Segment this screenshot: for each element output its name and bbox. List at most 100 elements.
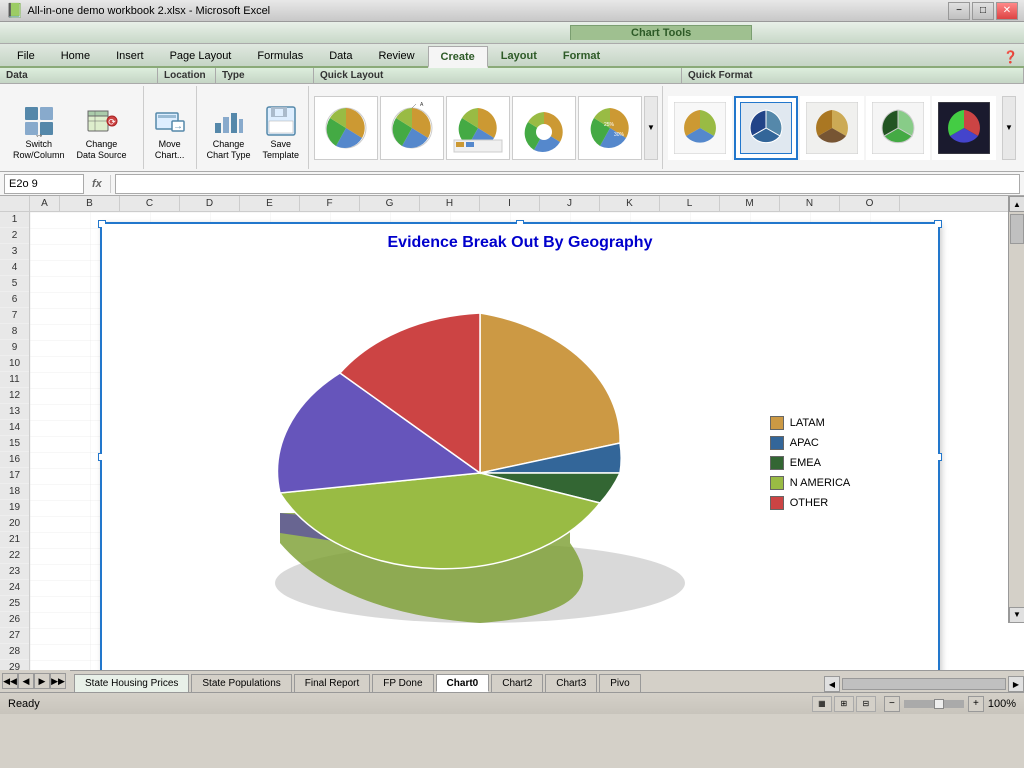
tab-create[interactable]: Create (428, 46, 488, 68)
row-8: 8 (0, 324, 29, 340)
location-group-content: → MoveChart... (149, 88, 192, 167)
tab-pivo[interactable]: Pivo (599, 674, 640, 692)
h-scroll-left[interactable]: ◀ (824, 676, 840, 692)
data-group: ⇄ SwitchRow/Column ⟳ ChangeData S (4, 86, 144, 169)
legend-emea: EMEA (770, 456, 851, 470)
col-header-j[interactable]: J (540, 196, 600, 211)
status-right: ▦ ⊞ ⊟ − + 100% (812, 696, 1016, 712)
maximize-button[interactable]: □ (972, 2, 994, 20)
col-header-l[interactable]: L (660, 196, 720, 211)
page-break-view-button[interactable]: ⊟ (856, 696, 876, 712)
help-icon[interactable]: ❓ (997, 48, 1024, 66)
layout-thumb-5[interactable]: 25% 30% (578, 96, 642, 160)
chart-container[interactable]: Evidence Break Out By Geography (100, 222, 940, 670)
tab-chart0[interactable]: Chart0 (436, 674, 490, 692)
col-header-n[interactable]: N (780, 196, 840, 211)
format-thumb-5[interactable] (932, 96, 996, 160)
tab-file[interactable]: File (4, 44, 48, 66)
status-bar: Ready ▦ ⊞ ⊟ − + 100% (0, 692, 1024, 714)
tab-fp-done[interactable]: FP Done (372, 674, 433, 692)
layout-thumb-3[interactable] (446, 96, 510, 160)
normal-view-button[interactable]: ▦ (812, 696, 832, 712)
tab-page-layout[interactable]: Page Layout (157, 44, 245, 66)
horizontal-scrollbar[interactable]: ◀ ▶ (824, 676, 1024, 692)
format-scroll-down[interactable]: ▼ (1002, 96, 1016, 160)
zoom-slider[interactable] (904, 700, 964, 708)
col-header-e[interactable]: E (240, 196, 300, 211)
vertical-scrollbar[interactable]: ▲ ▼ (1008, 196, 1024, 623)
cells-area[interactable]: Evidence Break Out By Geography (30, 212, 1024, 670)
row-numbers: 1 2 3 4 5 6 7 8 9 10 11 12 13 14 15 16 1… (0, 212, 30, 670)
tab-home[interactable]: Home (48, 44, 103, 66)
formula-bar: E2o 9 fx (0, 172, 1024, 196)
col-header-f[interactable]: F (300, 196, 360, 211)
tab-state-populations[interactable]: State Populations (191, 674, 291, 692)
row-23: 23 (0, 564, 29, 580)
ribbon-tabs: File Home Insert Page Layout Formulas Da… (0, 44, 1024, 68)
format-thumb-2[interactable] (734, 96, 798, 160)
tab-state-housing-prices[interactable]: State Housing Prices (74, 674, 189, 692)
row-19: 19 (0, 500, 29, 516)
change-data-source-button[interactable]: ⟳ ChangeData Source (72, 99, 132, 167)
ribbon-content: ⇄ SwitchRow/Column ⟳ ChangeData S (0, 84, 1024, 172)
row-28: 28 (0, 644, 29, 660)
layout-scroll-down[interactable]: ▼ (644, 96, 658, 160)
v-scroll-down[interactable]: ▼ (1009, 607, 1024, 623)
layout-thumb-4[interactable] (512, 96, 576, 160)
tab-chart3[interactable]: Chart3 (545, 674, 597, 692)
tab-final-report[interactable]: Final Report (294, 674, 370, 692)
format-thumb-3[interactable] (800, 96, 864, 160)
tab-first-button[interactable]: ◀◀ (2, 673, 18, 689)
row-13: 13 (0, 404, 29, 420)
function-button[interactable]: fx (88, 178, 106, 190)
zoom-in-button[interactable]: + (968, 696, 984, 712)
tab-prev-button[interactable]: ◀ (18, 673, 34, 689)
chart-title: Evidence Break Out By Geography (112, 234, 928, 252)
close-button[interactable]: ✕ (996, 2, 1018, 20)
col-header-m[interactable]: M (720, 196, 780, 211)
section-data: Data (0, 68, 158, 83)
tab-review[interactable]: Review (365, 44, 427, 66)
move-chart-button[interactable]: → MoveChart... (149, 99, 191, 167)
ready-status: Ready (8, 698, 40, 710)
col-header-k[interactable]: K (600, 196, 660, 211)
tab-formulas[interactable]: Formulas (244, 44, 316, 66)
tab-last-button[interactable]: ▶▶ (50, 673, 66, 689)
tab-layout[interactable]: Layout (488, 44, 550, 66)
col-header-c[interactable]: C (120, 196, 180, 211)
col-header-a[interactable]: A (30, 196, 60, 211)
zoom-out-button[interactable]: − (884, 696, 900, 712)
formula-input[interactable] (115, 174, 1020, 194)
change-chart-type-button[interactable]: ChangeChart Type (202, 99, 256, 167)
tab-format[interactable]: Format (550, 44, 613, 66)
col-header-g[interactable]: G (360, 196, 420, 211)
tab-insert[interactable]: Insert (103, 44, 157, 66)
row-9: 9 (0, 340, 29, 356)
format-thumb-1[interactable] (668, 96, 732, 160)
v-scroll-up[interactable]: ▲ (1009, 196, 1024, 212)
minimize-button[interactable]: − (948, 2, 970, 20)
col-header-i[interactable]: I (480, 196, 540, 211)
layout-thumb-2[interactable]: A (380, 96, 444, 160)
layout-thumb-1[interactable] (314, 96, 378, 160)
col-header-h[interactable]: H (420, 196, 480, 211)
tab-chart2[interactable]: Chart2 (491, 674, 543, 692)
h-scroll-thumb[interactable] (842, 678, 1006, 690)
tab-next-button[interactable]: ▶ (34, 673, 50, 689)
tab-data[interactable]: Data (316, 44, 365, 66)
save-template-button[interactable]: SaveTemplate (257, 99, 304, 167)
col-header-d[interactable]: D (180, 196, 240, 211)
col-header-o[interactable]: O (840, 196, 900, 211)
col-header-b[interactable]: B (60, 196, 120, 211)
svg-text:⇄: ⇄ (35, 132, 42, 137)
v-scroll-thumb[interactable] (1010, 214, 1024, 244)
pie-chart (190, 273, 750, 653)
h-scroll-right[interactable]: ▶ (1008, 676, 1024, 692)
switch-row-column-button[interactable]: ⇄ SwitchRow/Column (8, 99, 70, 167)
tab-navigation: ◀◀ ◀ ▶ ▶▶ (0, 670, 66, 692)
name-box[interactable]: E2o 9 (4, 174, 84, 194)
format-thumb-4[interactable] (866, 96, 930, 160)
quick-format-group: ▼ (664, 86, 1020, 169)
page-layout-view-button[interactable]: ⊞ (834, 696, 854, 712)
zoom-thumb[interactable] (934, 699, 944, 709)
